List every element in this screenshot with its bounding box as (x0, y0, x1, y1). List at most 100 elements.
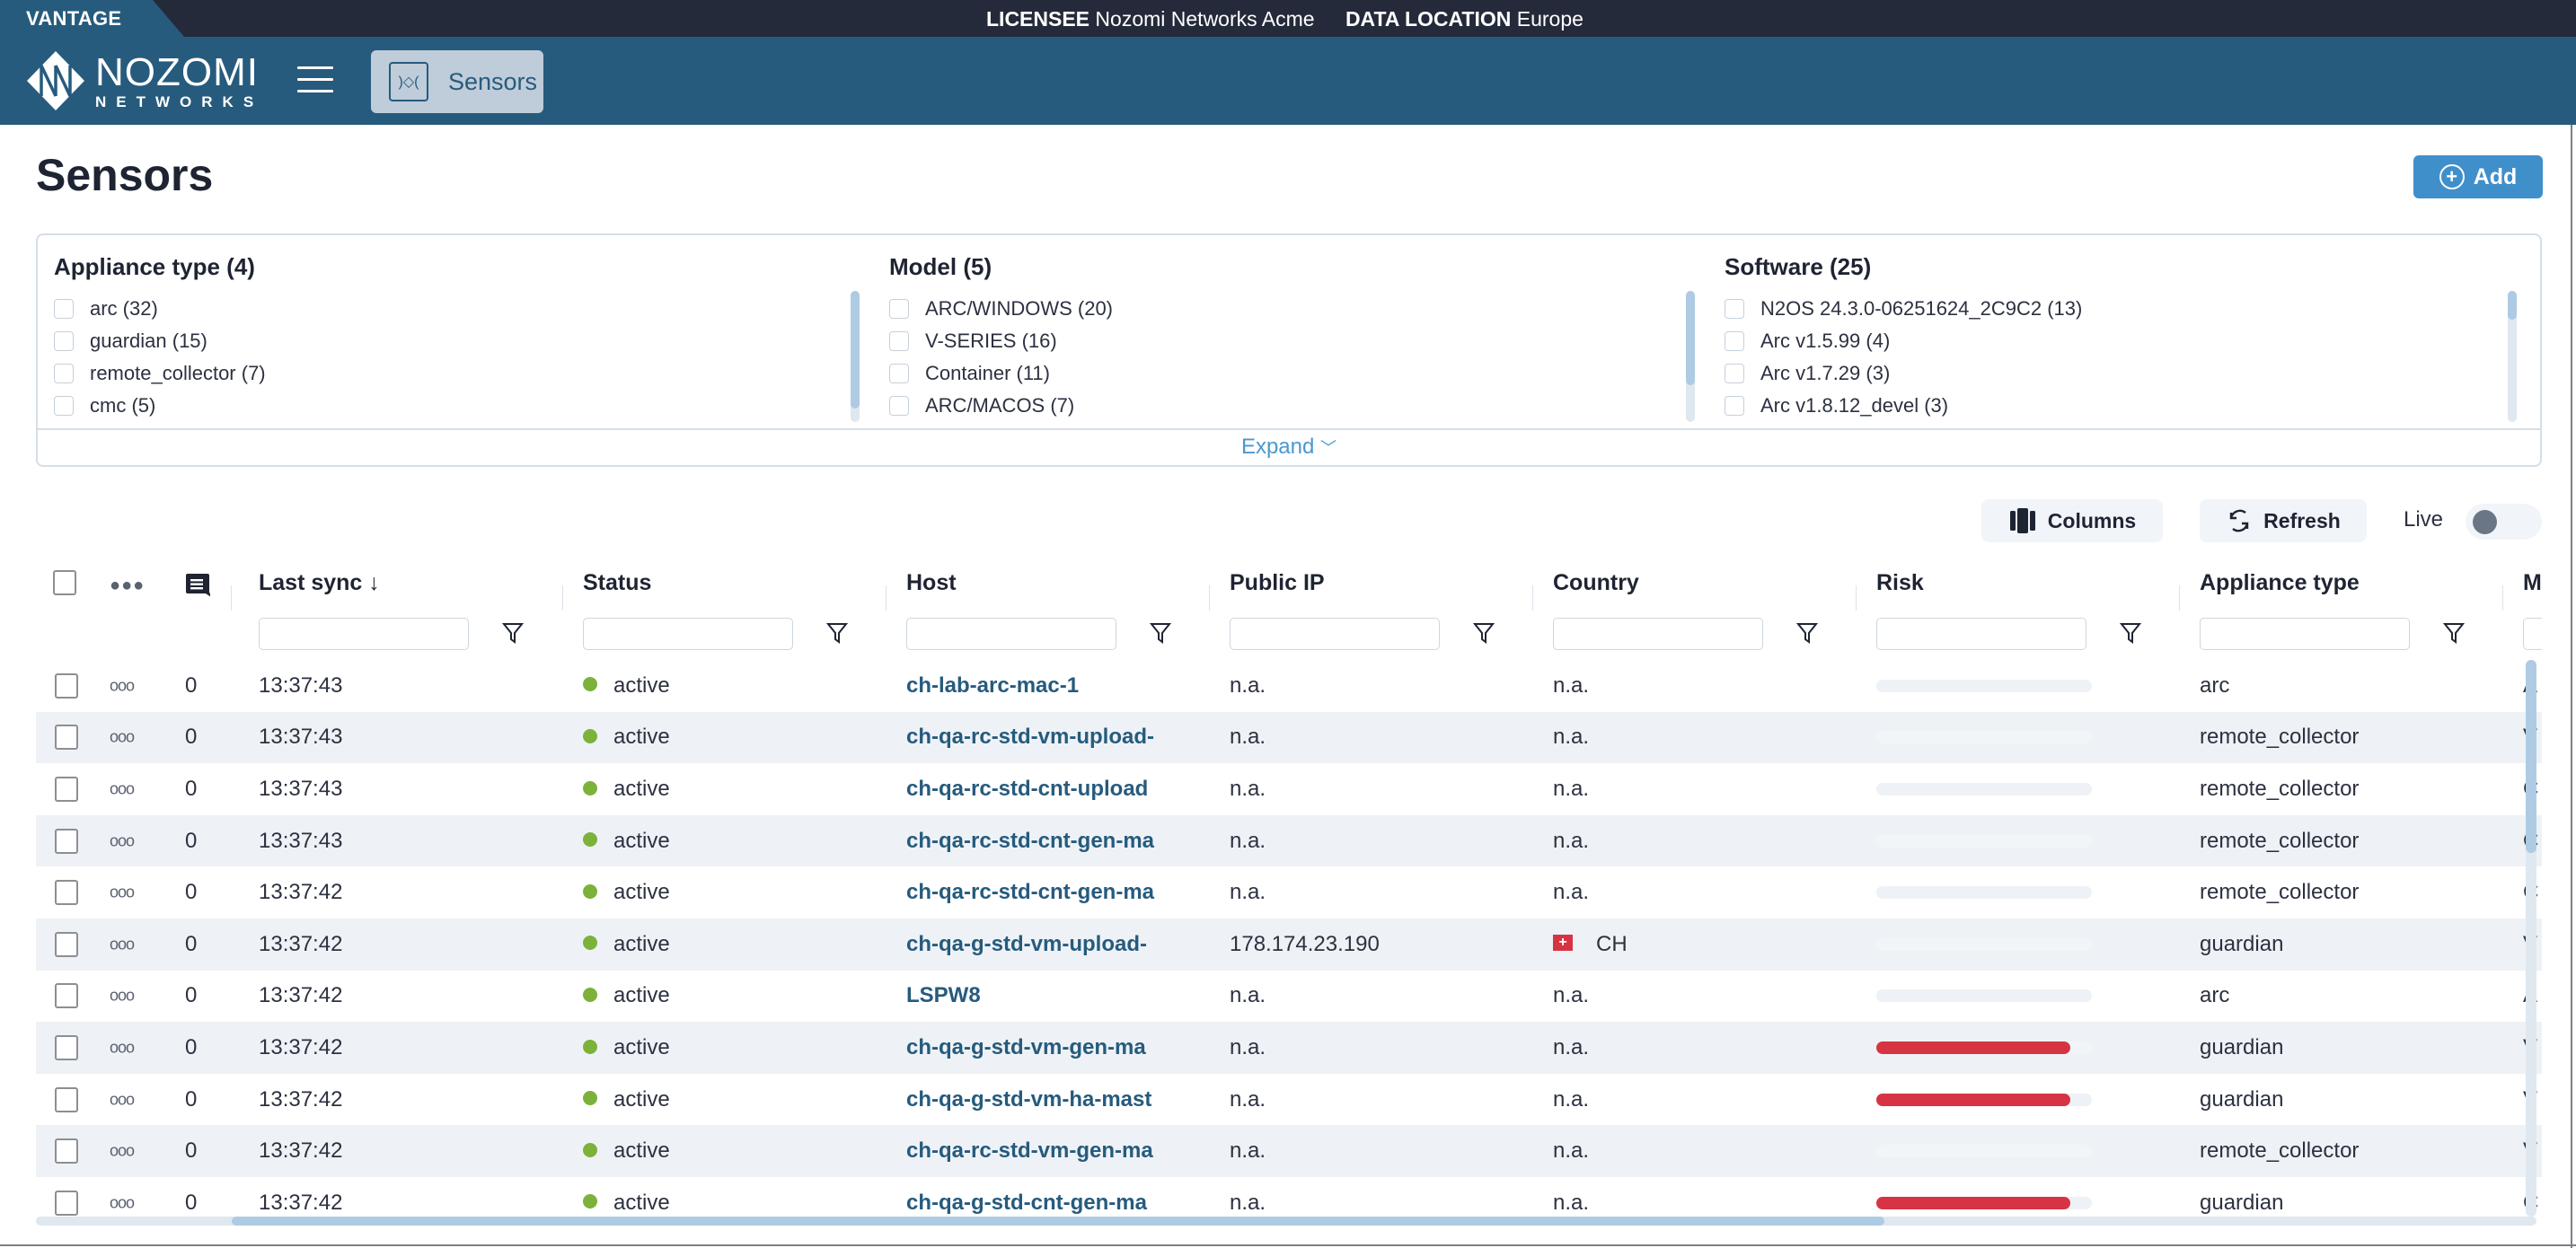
row-checkbox[interactable] (55, 725, 78, 751)
filter-input-model[interactable] (2523, 618, 2542, 650)
host-link[interactable]: ch-lab-arc-mac-1 (906, 673, 1176, 699)
filter-icon[interactable] (826, 621, 848, 645)
column-separator[interactable] (1532, 585, 1533, 611)
host-link[interactable]: ch-qa-g-std-vm-ha-mast (906, 1087, 1176, 1112)
table-row[interactable]: ooo 0 13:37:43 active ch-lab-arc-mac-1 n.a. n.… (36, 660, 2542, 712)
host-link[interactable]: ch-qa-g-std-vm-gen-ma (906, 1035, 1176, 1060)
column-header-risk[interactable]: Risk (1876, 570, 1924, 596)
checkbox[interactable] (54, 396, 74, 416)
column-separator[interactable] (2502, 585, 2503, 611)
scrollbar-thumb[interactable] (1686, 291, 1695, 386)
column-separator[interactable] (562, 585, 563, 611)
add-sensor-button[interactable]: + Add (2413, 155, 2543, 198)
host-link[interactable]: ch-qa-rc-std-vm-gen-ma (906, 1138, 1176, 1164)
scrollbar-thumb[interactable] (2526, 660, 2536, 853)
live-toggle[interactable] (2466, 504, 2542, 540)
column-header-model[interactable]: M (2523, 570, 2542, 596)
filter-icon[interactable] (502, 621, 524, 645)
row-checkbox[interactable] (55, 1086, 78, 1112)
host-link[interactable]: ch-qa-rc-std-vm-upload- (906, 725, 1176, 750)
facet-scrollbar[interactable] (1686, 291, 1695, 422)
checkbox[interactable] (889, 299, 909, 319)
row-actions-icon[interactable]: ooo (110, 831, 135, 850)
scrollbar-thumb[interactable] (232, 1217, 1884, 1226)
column-header-host[interactable]: Host (906, 570, 957, 596)
checkbox[interactable] (889, 396, 909, 416)
facet-option[interactable]: V-SERIES (16) (889, 325, 1113, 357)
row-checkbox[interactable] (55, 672, 78, 699)
host-link[interactable]: ch-qa-rc-std-cnt-gen-ma (906, 829, 1176, 854)
column-header-status[interactable]: Status (583, 570, 651, 596)
facet-option[interactable]: guardian (15) (54, 325, 266, 357)
checkbox[interactable] (889, 331, 909, 351)
checkbox[interactable] (54, 364, 74, 383)
row-actions-header-icon[interactable]: ●●● (110, 576, 145, 596)
checkbox[interactable] (1725, 364, 1744, 383)
column-header-appliance-type[interactable]: Appliance type (2200, 570, 2360, 596)
column-header-last-sync[interactable]: Last sync ↓ (259, 570, 380, 596)
row-actions-icon[interactable]: ooo (110, 883, 135, 902)
host-link[interactable]: LSPW8 (906, 983, 1176, 1008)
facet-option[interactable]: ARC/WINDOWS (20) (889, 293, 1113, 325)
row-checkbox[interactable] (55, 1190, 78, 1216)
facet-option[interactable]: cmc (5) (54, 390, 266, 422)
row-actions-icon[interactable]: ooo (110, 935, 135, 954)
column-separator[interactable] (1209, 585, 1210, 611)
table-row[interactable]: ooo 0 13:37:43 active ch-qa-rc-std-cnt-gen-m… (36, 814, 2542, 867)
facet-option[interactable]: ARC/MACOS (7) (889, 390, 1113, 422)
table-row[interactable]: ooo 0 13:37:42 active ch-qa-g-std-vm-gen-ma n… (36, 1022, 2542, 1074)
row-actions-icon[interactable]: ooo (110, 1090, 135, 1109)
column-separator[interactable] (2179, 585, 2180, 611)
row-checkbox[interactable] (55, 1034, 78, 1060)
facet-option[interactable]: Arc v1.5.99 (4) (1725, 325, 2082, 357)
row-checkbox[interactable] (55, 1138, 78, 1165)
filter-icon[interactable] (1150, 621, 1171, 645)
filter-icon[interactable] (2120, 621, 2141, 645)
facet-option[interactable]: Arc v1.7.29 (3) (1725, 357, 2082, 390)
checkbox[interactable] (1725, 331, 1744, 351)
column-separator[interactable] (886, 585, 887, 611)
row-checkbox[interactable] (55, 776, 78, 802)
filter-input-risk[interactable] (1876, 618, 2086, 650)
expand-facets-button[interactable]: Expand ﹀ (38, 435, 2540, 460)
filter-input-host[interactable] (906, 618, 1116, 650)
table-row[interactable]: ooo 0 13:37:43 active ch-qa-rc-std-cnt-uploa… (36, 763, 2542, 815)
host-link[interactable]: ch-qa-g-std-cnt-gen-ma (906, 1191, 1176, 1216)
hamburger-menu-icon[interactable] (297, 66, 333, 95)
checkbox[interactable] (54, 331, 74, 351)
columns-button[interactable]: Columns (1981, 499, 2163, 542)
row-actions-icon[interactable]: ooo (110, 1038, 135, 1057)
table-row[interactable]: ooo 0 13:37:42 active ch-qa-rc-std-vm-gen-ma… (36, 1125, 2542, 1177)
column-header-country[interactable]: Country (1553, 570, 1639, 596)
facet-option[interactable]: arc (32) (54, 293, 266, 325)
row-actions-icon[interactable]: ooo (110, 987, 135, 1006)
facet-option[interactable]: N2OS 24.3.0-06251624_2C9C2 (13) (1725, 293, 2082, 325)
filter-input-status[interactable] (583, 618, 793, 650)
filter-input-appliance-type[interactable] (2200, 618, 2410, 650)
checkbox[interactable] (889, 364, 909, 383)
facet-scrollbar[interactable] (2508, 291, 2517, 422)
row-checkbox[interactable] (55, 880, 78, 906)
row-actions-icon[interactable]: ooo (110, 1193, 135, 1212)
nozomi-logo[interactable]: NOZOMI NETWORKS (25, 48, 263, 114)
filter-icon[interactable] (2443, 621, 2465, 645)
checkbox[interactable] (54, 299, 74, 319)
host-link[interactable]: ch-qa-g-std-vm-upload- (906, 932, 1176, 957)
row-checkbox[interactable] (55, 983, 78, 1009)
scrollbar-thumb[interactable] (851, 291, 860, 409)
filter-icon[interactable] (1796, 621, 1818, 645)
row-actions-icon[interactable]: ooo (110, 676, 135, 695)
filter-input-last-sync[interactable] (259, 618, 469, 650)
facet-option[interactable]: remote_collector (7) (54, 357, 266, 390)
refresh-button[interactable]: Refresh (2200, 499, 2367, 542)
table-row[interactable]: ooo 0 13:37:42 active ch-qa-g-std-vm-upload-… (36, 918, 2542, 971)
facet-option[interactable]: Arc v1.8.12_devel (3) (1725, 390, 2082, 422)
row-actions-icon[interactable]: ooo (110, 1142, 135, 1161)
facet-option[interactable]: Container (11) (889, 357, 1113, 390)
column-separator[interactable] (1856, 585, 1857, 611)
row-checkbox[interactable] (55, 828, 78, 854)
row-checkbox[interactable] (55, 931, 78, 957)
table-vertical-scrollbar[interactable] (2526, 660, 2536, 1217)
nav-sensors-button[interactable]: )◇( Sensors (371, 50, 543, 113)
facet-scrollbar[interactable] (851, 291, 860, 422)
